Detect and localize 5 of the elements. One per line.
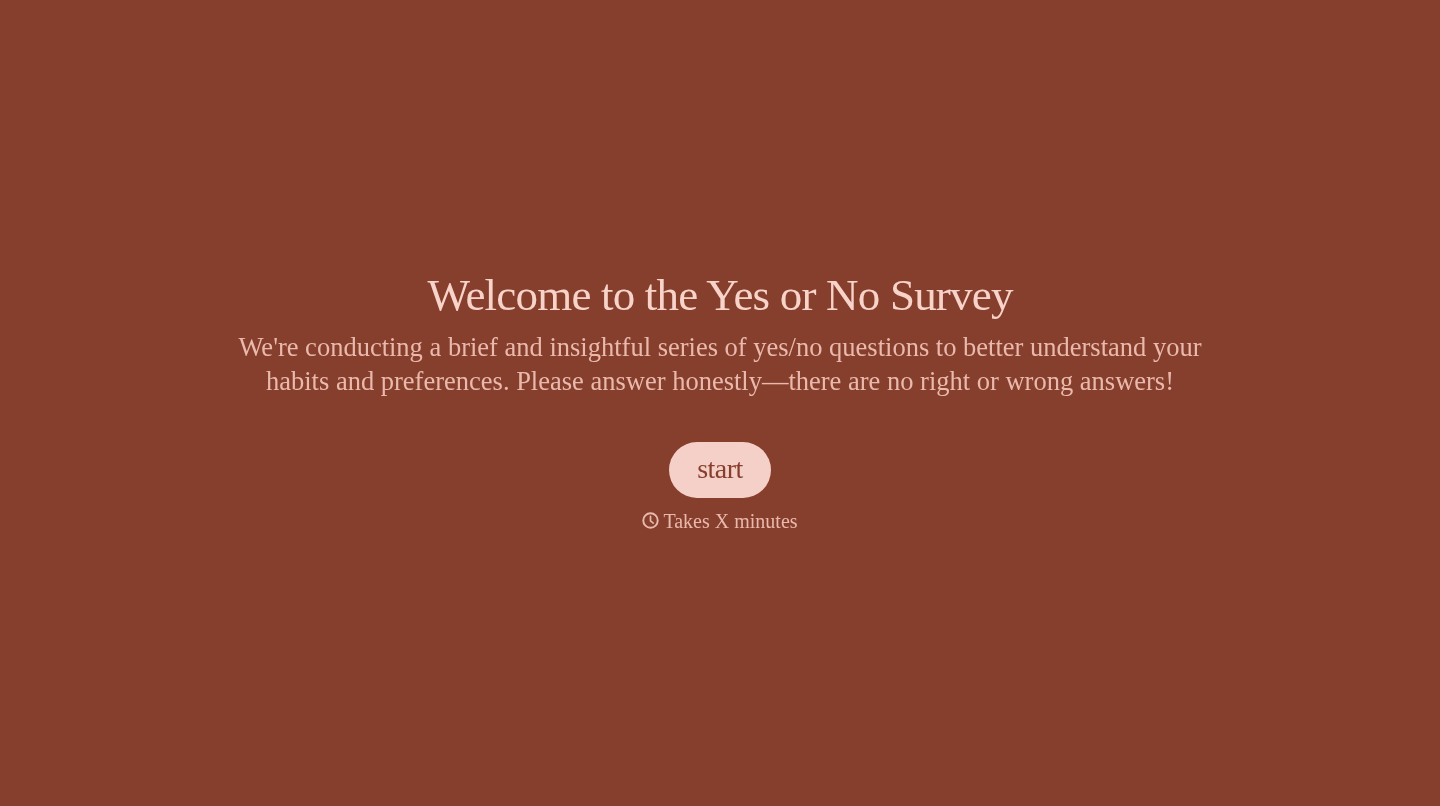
intro-paragraph: We're conducting a brief and insightful series of yes/no questions to better understand your habits and preferences. Please answer honestly—there are no right or wrong answers! (237, 331, 1203, 399)
clock-icon (642, 512, 660, 530)
duration-text: Takes X minutes (663, 508, 798, 534)
survey-title: Welcome to the Yes or No Survey (427, 270, 1013, 323)
start-button[interactable]: start (669, 442, 771, 498)
